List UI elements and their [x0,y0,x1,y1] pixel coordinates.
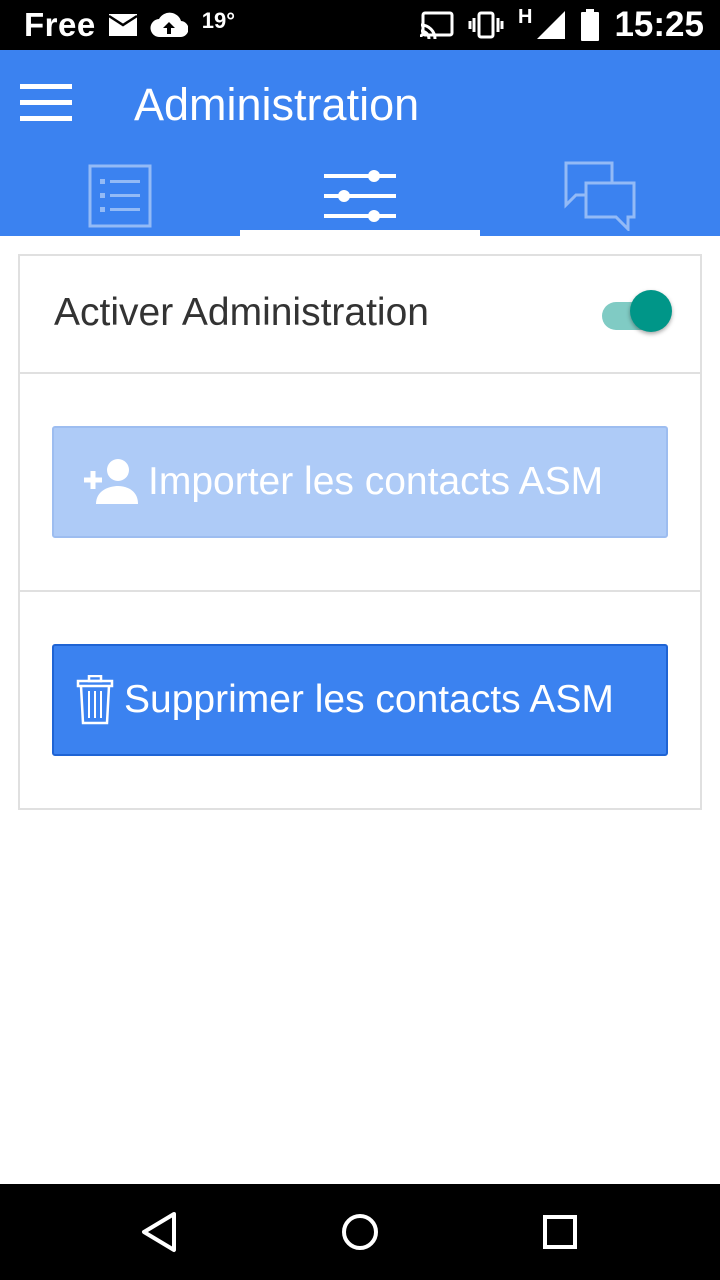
tab-chat[interactable] [480,156,720,236]
tab-bar [0,156,720,236]
import-contacts-label: Importer les contacts ASM [148,460,604,503]
switch-thumb [630,290,672,332]
vibrate-icon [468,11,504,39]
home-circle-icon [342,1214,378,1250]
battery-icon [580,9,600,41]
list-icon [88,164,152,228]
chat-icon [564,161,636,231]
status-left: Free 19° [24,0,235,50]
hamburger-menu-icon [20,84,72,121]
admin-card: Activer Administration Importer les cont… [18,254,702,810]
admin-toggle-row: Activer Administration [20,256,700,374]
back-triangle-icon [142,1212,176,1252]
active-tab-indicator [240,230,480,236]
menu-button[interactable] [16,74,80,130]
import-row: Importer les contacts ASM [20,374,700,592]
add-person-icon [84,459,138,504]
cloud-upload-icon [150,11,188,39]
home-button[interactable] [332,1204,388,1260]
status-right: H 15:25 [420,0,704,50]
sliders-icon [324,170,396,222]
status-bar: Free 19° H 15:25 [0,0,720,50]
delete-row: Supprimer les contacts ASM [20,592,700,808]
app-bar: Administration [0,50,720,236]
recents-button[interactable] [532,1204,588,1260]
page-title: Administration [134,79,420,130]
tab-settings[interactable] [240,156,480,236]
navigation-bar [0,1184,720,1280]
back-button[interactable] [132,1204,188,1260]
signal-icon [536,10,566,40]
recents-square-icon [543,1215,577,1249]
delete-contacts-label: Supprimer les contacts ASM [124,678,614,721]
network-type: H [518,5,533,28]
clock: 15:25 [614,5,704,44]
import-contacts-button[interactable]: Importer les contacts ASM [52,426,668,538]
cast-icon [420,11,454,39]
admin-toggle-switch[interactable] [600,290,674,334]
trash-icon [76,675,114,725]
temperature: 19° [201,8,235,33]
delete-contacts-button[interactable]: Supprimer les contacts ASM [52,644,668,756]
tab-list[interactable] [0,156,240,236]
carrier-name: Free [24,6,96,43]
mail-icon [108,13,138,37]
admin-toggle-label: Activer Administration [54,291,429,334]
